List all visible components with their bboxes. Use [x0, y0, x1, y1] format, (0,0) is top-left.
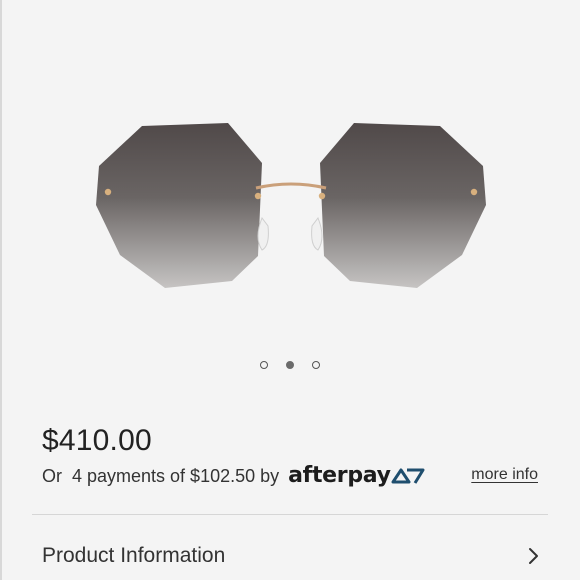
right-nose-pad	[311, 216, 323, 251]
afterpay-arrows-icon	[391, 468, 425, 484]
product-price: $410.00	[42, 424, 152, 457]
right-lens	[320, 123, 486, 288]
section-divider	[32, 514, 548, 515]
left-hinge-stud	[104, 188, 112, 196]
right-hinge-stud	[470, 188, 478, 196]
chevron-right-icon	[529, 548, 538, 564]
product-page: $410.00 Or 4 payments of $102.50 by afte…	[0, 0, 580, 580]
right-inner-stud	[318, 192, 326, 200]
product-information-row[interactable]: Product Information	[42, 538, 542, 574]
payments-text: Or 4 payments of $102.50 by	[42, 465, 280, 486]
product-information-label: Product Information	[42, 544, 226, 567]
product-image[interactable]	[0, 0, 580, 350]
carousel-dots	[0, 361, 580, 369]
more-info-link[interactable]: more info	[471, 466, 538, 484]
left-lens	[96, 123, 262, 288]
afterpay-wordmark: afterpay	[288, 463, 391, 488]
left-inner-stud	[254, 192, 262, 200]
left-nose-pad	[257, 216, 269, 251]
carousel-dot-3[interactable]	[312, 361, 320, 369]
carousel-dot-2-active[interactable]	[286, 361, 294, 369]
afterpay-payments-row: Or 4 payments of $102.50 by afterpay	[42, 462, 425, 490]
carousel-dot-1[interactable]	[260, 361, 268, 369]
bridge	[255, 182, 327, 190]
afterpay-logo: afterpay	[288, 462, 425, 490]
